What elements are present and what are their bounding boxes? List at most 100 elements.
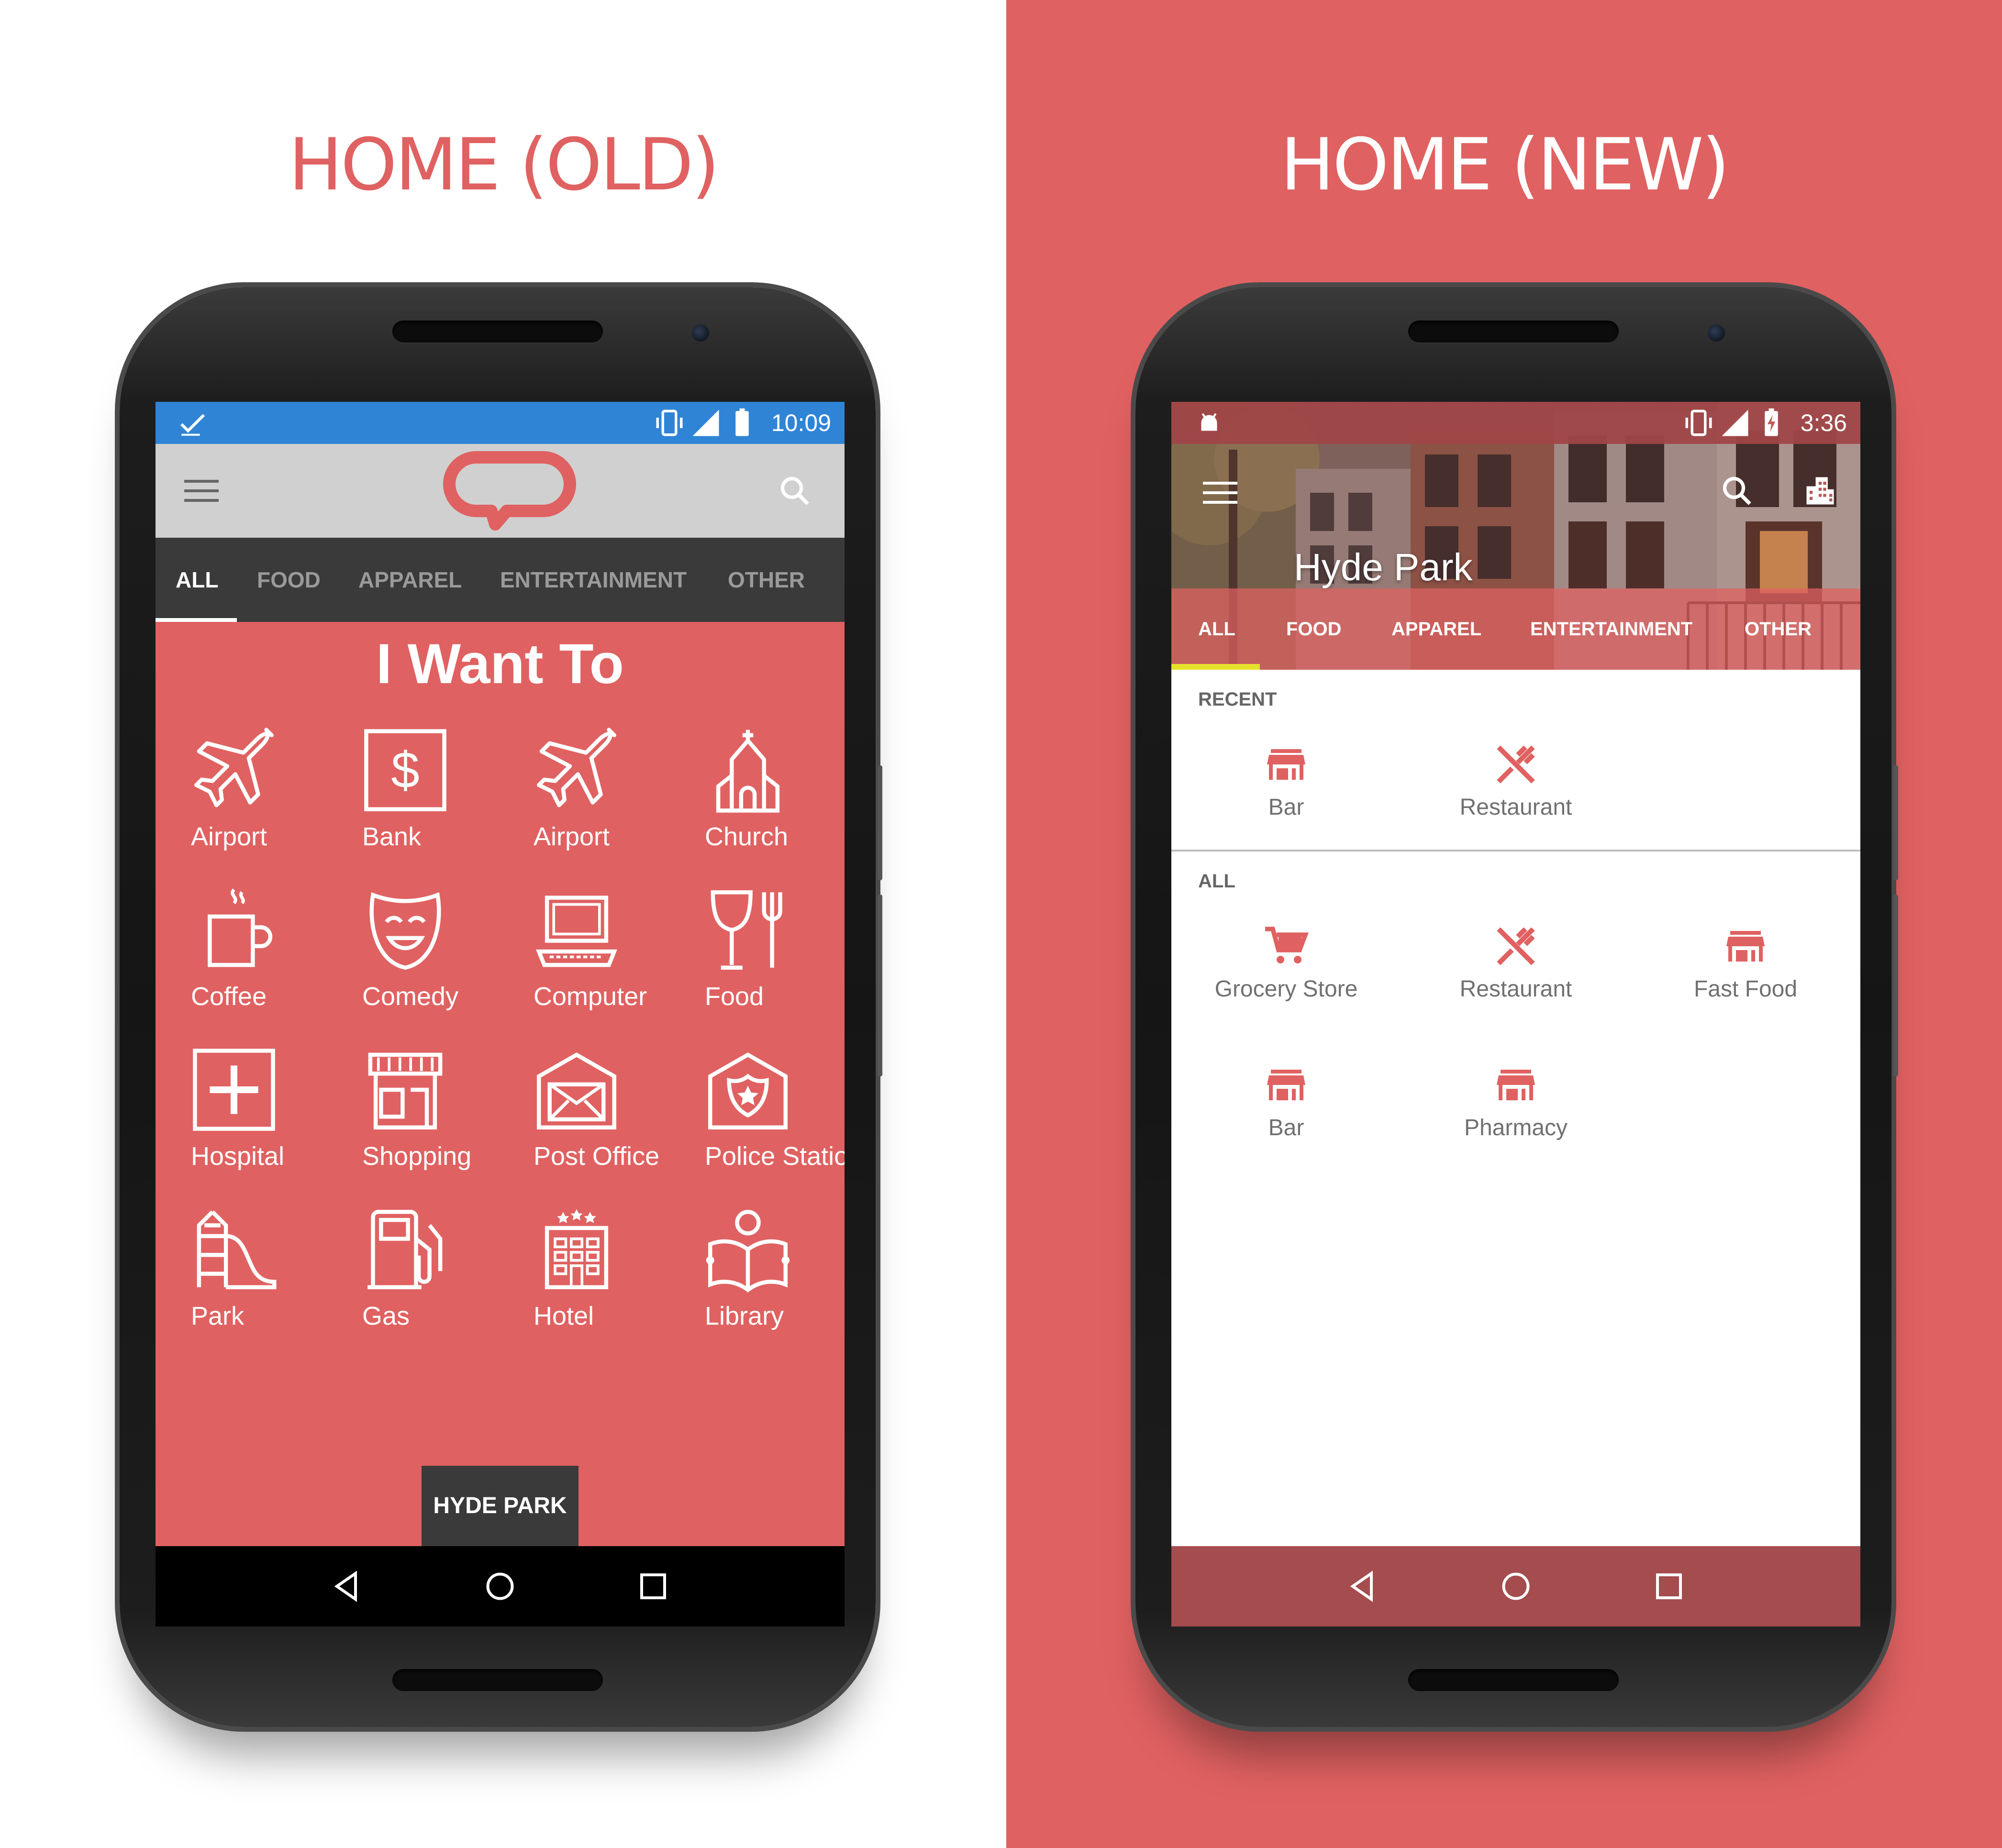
search-icon[interactable] <box>1720 474 1754 508</box>
recent-item-restaurant[interactable]: Restaurant <box>1401 741 1631 837</box>
airplane-icon <box>194 728 274 808</box>
grid-item-library[interactable]: Library <box>705 1202 845 1355</box>
grid-item-label: Shopping <box>362 1142 472 1171</box>
grid-item-label: Hospital <box>191 1142 285 1171</box>
all-item-fast-food[interactable]: Fast Food <box>1631 923 1860 1019</box>
medical-cross-icon <box>193 1049 275 1131</box>
phone-power-button <box>1893 765 1898 880</box>
tab-entertainment[interactable]: ENTERTAINMENT <box>1530 588 1692 670</box>
category-label: Grocery Store <box>1214 976 1358 1002</box>
church-icon <box>716 730 780 813</box>
home-icon[interactable] <box>1499 1569 1533 1604</box>
tab-other[interactable]: OTHER <box>1745 588 1812 670</box>
recent-section-label: RECENT <box>1198 689 1277 710</box>
search-icon[interactable] <box>778 474 812 508</box>
grid-item-label: Computer <box>534 982 647 1011</box>
recents-icon[interactable] <box>636 1569 670 1604</box>
category-label: Fast Food <box>1693 976 1798 1002</box>
tab-entertainment[interactable]: ENTERTAINMENT <box>500 538 687 622</box>
recents-icon[interactable] <box>1652 1569 1686 1604</box>
right-panel-title: HOME (NEW) <box>1280 123 1730 207</box>
category-tabs: ALL FOOD APPAREL ENTERTAINMENT OTHER <box>1171 588 1860 670</box>
grid-item-coffee[interactable]: Coffee <box>191 882 363 1035</box>
grid-item-post-office[interactable]: Post Office <box>534 1042 706 1195</box>
tab-apparel[interactable]: APPAREL <box>358 538 462 622</box>
category-tabs: ALL FOOD APPAREL ENTERTAINMENT OTHER <box>156 538 845 622</box>
grid-item-police-station[interactable]: Police Station <box>705 1042 845 1195</box>
app-bar <box>156 444 845 538</box>
tab-indicator <box>156 618 237 622</box>
recent-item-bar[interactable]: Bar <box>1171 741 1401 837</box>
grid-item-airport[interactable]: Airport <box>191 722 363 875</box>
storefront-icon <box>368 1052 443 1129</box>
store-icon <box>1497 1070 1535 1100</box>
laptop-icon <box>536 896 617 967</box>
grid-item-church[interactable]: Church <box>705 722 845 875</box>
old-screen: 10:09 ALL FOOD APPAREL ENTERTAINMENT OTH… <box>156 402 845 1627</box>
grid-item-airport-2[interactable]: Airport <box>534 722 706 875</box>
phone-volume-button <box>1893 895 1898 1076</box>
system-nav-bar <box>1171 1546 1860 1627</box>
tab-all[interactable]: ALL <box>1198 588 1235 670</box>
store-icon <box>1267 749 1305 780</box>
utensils-icon <box>1497 745 1535 784</box>
location-button[interactable]: HYDE PARK <box>422 1466 578 1546</box>
tab-other[interactable]: OTHER <box>728 538 805 622</box>
i-want-to-grid: I Want To Airport $ Bank Airport Church <box>156 622 845 1546</box>
all-item-bar[interactable]: Bar <box>1171 1062 1401 1158</box>
tab-food[interactable]: FOOD <box>257 538 321 622</box>
playground-slide-icon <box>197 1210 277 1289</box>
grid-item-hospital[interactable]: Hospital <box>191 1042 363 1195</box>
grid-item-hotel[interactable]: Hotel <box>534 1202 706 1355</box>
phone-speaker-top <box>1408 321 1619 343</box>
grid-item-label: Post Office <box>534 1142 660 1171</box>
grid-item-bank[interactable]: $ Bank <box>362 722 534 875</box>
grid-item-comedy[interactable]: Comedy <box>362 882 534 1035</box>
hamburger-menu-icon[interactable] <box>182 476 221 505</box>
grid-item-label: Hotel <box>534 1302 594 1330</box>
store-icon <box>1726 931 1765 962</box>
hotel-icon <box>545 1209 609 1289</box>
grid-item-gas[interactable]: Gas <box>362 1202 534 1355</box>
hero-header: 3:36 Hyde Park ALL FOOD APPAREL ENTERTAI… <box>1171 402 1860 670</box>
grid-item-label: Airport <box>191 822 267 851</box>
tab-indicator <box>1171 664 1260 670</box>
all-item-pharmacy[interactable]: Pharmacy <box>1401 1062 1631 1158</box>
grid-item-food[interactable]: Food <box>705 882 845 1035</box>
status-time: 3:36 <box>1800 409 1847 436</box>
comedy-mask-icon <box>369 892 441 970</box>
status-bar: 3:36 <box>1171 402 1860 444</box>
grid-item-label: Gas <box>362 1302 410 1330</box>
back-icon[interactable] <box>1346 1569 1380 1604</box>
lte-signal-icon <box>1722 409 1748 436</box>
tab-all[interactable]: ALL <box>176 538 218 622</box>
grid-item-computer[interactable]: Computer <box>534 882 706 1035</box>
gas-pump-icon <box>367 1210 443 1289</box>
category-list: RECENT Bar Restaurant ALL Grocery Store <box>1171 670 1860 1546</box>
phone-old: 10:09 ALL FOOD APPAREL ENTERTAINMENT OTH… <box>120 287 882 1727</box>
grid-item-label: Airport <box>534 822 610 851</box>
hamburger-menu-icon[interactable] <box>1201 478 1239 507</box>
android-notification-icon <box>1201 413 1217 431</box>
city-icon[interactable] <box>1802 473 1838 509</box>
battery-charging-icon <box>1764 408 1778 436</box>
lte-signal-icon <box>692 409 719 436</box>
grid-item-park[interactable]: Park <box>191 1202 363 1355</box>
phone-power-button <box>878 765 882 880</box>
all-item-grocery-store[interactable]: Grocery Store <box>1171 923 1401 1019</box>
phone-speaker-bottom <box>1408 1669 1619 1691</box>
vibrate-icon <box>1685 409 1712 436</box>
section-divider <box>1171 850 1860 852</box>
cart-icon <box>1265 927 1309 963</box>
all-item-restaurant[interactable]: Restaurant <box>1401 923 1631 1019</box>
category-label: Bar <box>1268 795 1304 820</box>
mail-icon <box>537 1052 616 1129</box>
back-icon[interactable] <box>330 1569 364 1604</box>
tab-apparel[interactable]: APPAREL <box>1391 588 1481 670</box>
grid-item-shopping[interactable]: Shopping <box>362 1042 534 1195</box>
home-icon[interactable] <box>483 1569 517 1604</box>
category-label: Bar <box>1268 1115 1304 1140</box>
glass-fork-icon <box>711 890 782 970</box>
phone-camera <box>1708 324 1725 342</box>
tab-food[interactable]: FOOD <box>1286 588 1342 670</box>
